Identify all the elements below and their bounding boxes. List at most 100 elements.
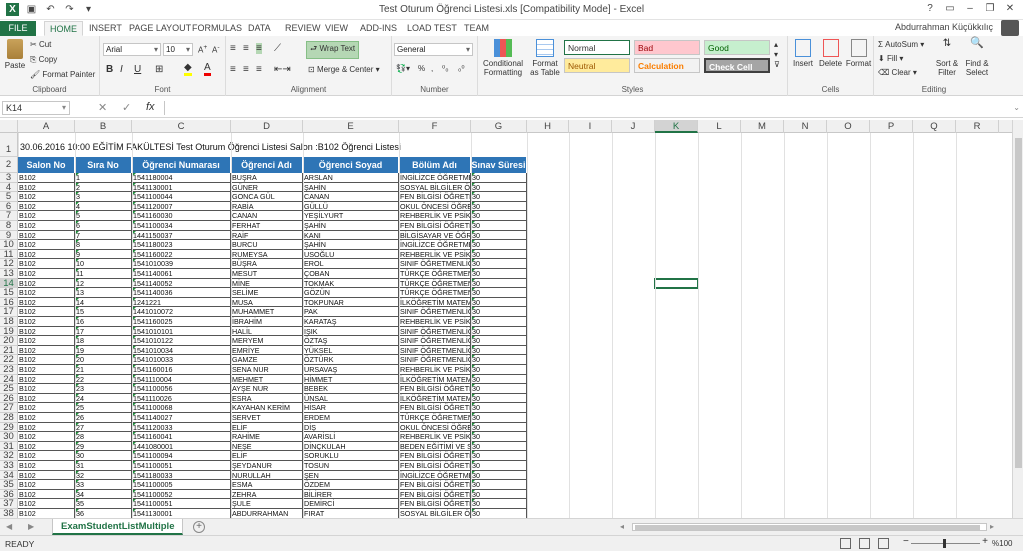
row-header[interactable]: 38 [0, 509, 18, 518]
table-cell[interactable]: B102 [18, 249, 75, 260]
comma-icon[interactable]: , [431, 64, 433, 73]
table-cell[interactable]: 30 [471, 480, 527, 490]
table-cell[interactable]: 1541100056 [132, 384, 231, 394]
table-cell[interactable]: OKUL ÖNCESİ ÖĞRETMENLİĞİ [399, 201, 471, 212]
table-cell[interactable]: 23 [75, 384, 132, 394]
table-cell[interactable]: B102 [18, 480, 75, 490]
table-cell[interactable]: YÜKSEL [303, 345, 399, 356]
table-cell[interactable]: ZEHRA [231, 489, 303, 500]
table-cell[interactable]: İLKÖĞRETİM MATEMATİK [399, 374, 471, 385]
table-cell[interactable]: AYŞE NUR [231, 384, 303, 394]
table-cell[interactable]: 1441080001 [132, 441, 231, 452]
table-cell[interactable]: FEN BİLGİSİ ÖĞRETMENLİĞİ [399, 489, 471, 500]
table-cell[interactable]: 1541160022 [132, 249, 231, 260]
table-cell[interactable]: 1541100051 [132, 461, 231, 471]
table-cell[interactable]: RABİA [231, 201, 303, 212]
hscroll-right-icon[interactable]: ▸ [990, 522, 994, 531]
table-cell[interactable]: 21 [75, 365, 132, 375]
percent-button[interactable]: % [418, 64, 425, 73]
table-cell[interactable]: DİNÇKULAH [303, 441, 399, 452]
table-cell[interactable]: 30 [471, 269, 527, 279]
table-cell[interactable]: SELİME [231, 288, 303, 298]
table-cell[interactable]: 30 [471, 451, 527, 461]
table-cell[interactable]: AVARİSLİ [303, 432, 399, 442]
table-cell[interactable]: B102 [18, 288, 75, 298]
autosum-button[interactable]: Σ AutoSum ▾ [878, 40, 924, 49]
table-cell[interactable]: ÇOBAN [303, 269, 399, 279]
table-cell[interactable]: İNGİLİZCE ÖĞRETMENLİĞİ [399, 240, 471, 250]
table-cell[interactable]: B102 [18, 374, 75, 385]
table-cell[interactable]: BÜŞRA [231, 259, 303, 269]
copy-button[interactable]: ⎘ Copy [30, 55, 57, 65]
tab-review[interactable]: REVIEW [280, 21, 326, 36]
grow-font-icon[interactable]: A+ [198, 44, 207, 55]
table-cell[interactable]: 30 [471, 221, 527, 231]
table-cell[interactable]: 29 [75, 441, 132, 452]
table-cell[interactable]: 30 [471, 192, 527, 202]
table-cell[interactable]: FEN BİLGİSİ ÖĞRETMENLİĞİ [399, 451, 471, 461]
table-cell[interactable]: GÜLLÜ [303, 201, 399, 212]
table-cell[interactable]: TOKPUNAR [303, 297, 399, 308]
table-cell[interactable]: 30 [471, 259, 527, 269]
table-header-cell[interactable]: Öğrenci Soyad [303, 157, 399, 173]
tab-load-test[interactable]: LOAD TEST [402, 21, 462, 36]
table-cell[interactable]: B102 [18, 336, 75, 346]
column-header[interactable]: Q [913, 120, 956, 133]
table-cell[interactable]: 30 [471, 461, 527, 471]
table-cell[interactable]: KANI [303, 230, 399, 241]
underline-button[interactable]: U [134, 64, 141, 75]
table-cell[interactable]: 30 [471, 345, 527, 356]
font-size-select[interactable]: 10 [163, 43, 193, 56]
table-cell[interactable]: B102 [18, 269, 75, 279]
styles-gallery-scroll-icon[interactable]: ▴ ▾ ⊽ [774, 40, 780, 70]
table-cell[interactable]: 1441150037 [132, 230, 231, 241]
align-bottom-icon[interactable]: ≡ [256, 43, 262, 54]
format-as-table-button[interactable]: Format as Table [528, 39, 562, 77]
table-cell[interactable]: TÜRKÇE ÖĞRETMENLİĞİ [399, 269, 471, 279]
table-cell[interactable]: RAHİME [231, 432, 303, 442]
insert-cells-button[interactable]: Insert [790, 39, 816, 68]
table-cell[interactable]: 30 [471, 307, 527, 317]
table-cell[interactable]: 1541100068 [132, 403, 231, 413]
table-cell[interactable]: ŞAHİN [303, 182, 399, 193]
add-sheet-icon[interactable]: + [193, 521, 205, 533]
decrease-decimal-icon[interactable]: ₀⁰ [458, 64, 465, 73]
table-cell[interactable]: BURCU [231, 240, 303, 250]
row-header[interactable]: 2 [0, 157, 18, 173]
table-cell[interactable]: SINIF ÖĞRETMENLİĞİ [399, 355, 471, 365]
table-cell[interactable]: 32 [75, 470, 132, 481]
table-cell[interactable]: 1541100044 [132, 192, 231, 202]
column-header[interactable]: C [132, 120, 231, 133]
table-cell[interactable]: 1 [75, 173, 132, 183]
table-cell[interactable]: 26 [75, 413, 132, 423]
shrink-font-icon[interactable]: A- [212, 44, 220, 55]
table-cell[interactable]: 20 [75, 355, 132, 365]
table-cell[interactable]: GÖZÜN [303, 288, 399, 298]
help-icon[interactable]: ? [921, 1, 939, 17]
close-icon[interactable]: ✕ [1001, 1, 1019, 17]
format-painter-button[interactable]: 🖌 Format Painter [30, 70, 95, 79]
cut-button[interactable]: ✂ Cut [30, 40, 51, 49]
table-cell[interactable]: REHBERLİK VE PSİKOLOJİK DAN. [399, 249, 471, 260]
format-cells-button[interactable]: Format [845, 39, 872, 68]
table-cell[interactable]: ŞEYDANUR [231, 461, 303, 471]
table-cell[interactable]: SOSYAL BİLGİLER ÖĞRETMENLİĞİ [399, 182, 471, 193]
user-name[interactable]: Abdurrahman Küçükkılıç [895, 22, 993, 32]
table-cell[interactable]: MUHAMMET [231, 307, 303, 317]
table-cell[interactable]: TÜRKÇE ÖĞRETMENLİĞİ [399, 413, 471, 423]
horizontal-scroll-thumb[interactable] [635, 525, 980, 530]
table-cell[interactable]: 1441010072 [132, 307, 231, 317]
table-cell[interactable]: 30 [471, 211, 527, 221]
table-cell[interactable]: NURULLAH [231, 470, 303, 481]
table-cell[interactable]: 30 [471, 384, 527, 394]
sheet-tab[interactable]: ExamStudentListMultiple [52, 519, 184, 535]
column-header[interactable]: D [231, 120, 303, 133]
table-cell[interactable]: B102 [18, 345, 75, 356]
table-cell[interactable]: KARATAŞ [303, 317, 399, 327]
table-cell[interactable]: 30 [471, 403, 527, 413]
expand-formula-bar-icon[interactable]: ⌄ [1013, 103, 1020, 112]
column-header[interactable]: O [827, 120, 870, 133]
table-cell[interactable]: 1541100094 [132, 451, 231, 461]
cell-area[interactable]: 30.06.2016 10:00 EĞİTİM FAKÜLTESİ Test O… [18, 133, 1012, 518]
column-header[interactable]: L [698, 120, 741, 133]
